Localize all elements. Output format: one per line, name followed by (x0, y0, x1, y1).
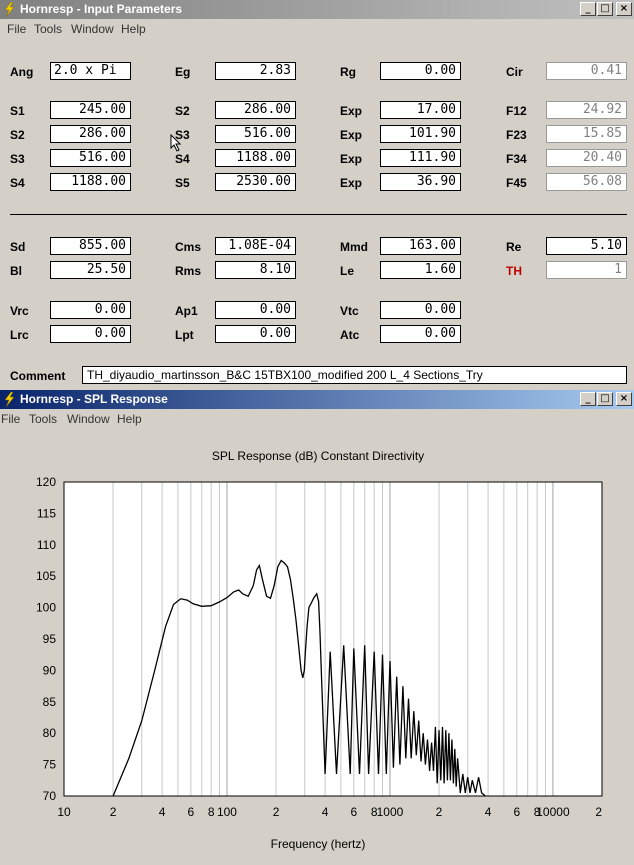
x-tick-label: 4 (159, 805, 166, 819)
x-tick-label: 6 (187, 805, 194, 819)
x-tick-label: 6 (513, 805, 520, 819)
y-tick-label: 75 (43, 758, 57, 772)
x-tick-label: 1000 (377, 805, 404, 819)
x-tick-label: 4 (322, 805, 329, 819)
y-tick-label: 95 (43, 632, 57, 646)
y-tick-label: 105 (36, 569, 56, 583)
x-tick-label: 100 (217, 805, 237, 819)
y-tick-label: 90 (43, 663, 57, 677)
plot-area (64, 482, 602, 796)
x-tick-label: 4 (485, 805, 492, 819)
x-tick-label: 10 (57, 805, 71, 819)
x-tick-label: 6 (350, 805, 357, 819)
y-tick-label: 110 (37, 538, 56, 552)
x-tick-label: 8 (208, 805, 215, 819)
y-tick-label: 85 (43, 695, 57, 709)
y-tick-label: 115 (37, 506, 56, 520)
y-tick-labels: 120 115 110 105 100 95 90 85 80 75 70 (36, 475, 56, 803)
x-tick-label: 2 (110, 805, 117, 819)
x-tick-label: 2 (595, 805, 602, 819)
y-tick-label: 70 (43, 789, 57, 803)
y-tick-label: 100 (36, 601, 56, 615)
x-tick-label: 10000 (536, 805, 570, 819)
x-tick-label: 2 (273, 805, 280, 819)
y-tick-label: 120 (36, 475, 56, 489)
y-tick-label: 80 (43, 726, 57, 740)
x-tick-labels: 10 2 4 6 8 100 2 4 6 8 1000 2 4 6 810000 2 (57, 805, 602, 819)
x-tick-label: 2 (436, 805, 443, 819)
x-axis-label: Frequency (hertz) (271, 837, 366, 851)
chart-title: SPL Response (dB) Constant Directivity (212, 449, 424, 463)
spl-chart: SPL Response (dB) Constant Directivity 1… (36, 449, 603, 851)
